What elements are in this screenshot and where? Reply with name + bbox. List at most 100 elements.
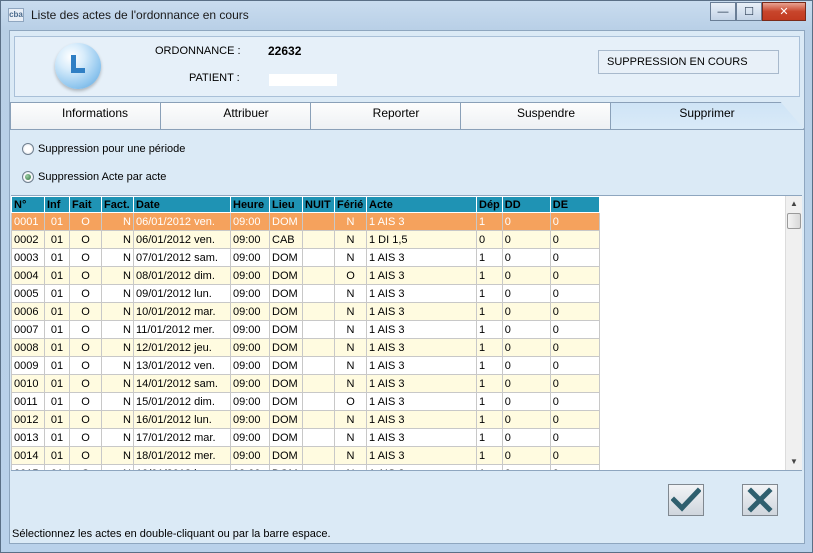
table-cell: 1	[476, 212, 503, 231]
column-header[interactable]: Heure	[230, 196, 270, 213]
scroll-thumb[interactable]	[787, 213, 801, 229]
table-row[interactable]: 0001 01 O N 06/01/2012 ven. 09:00 DOM N 1 AIS 31…	[11, 212, 600, 231]
table-cell: 12/01/2012 jeu.	[133, 338, 231, 357]
minimize-button[interactable]: —	[710, 2, 736, 21]
table-cell: 14/01/2012 sam.	[133, 374, 231, 393]
table-row[interactable]: 0008 01 O N 12/01/2012 jeu. 09:00 DOM N 1 AIS 31…	[11, 338, 600, 357]
column-header[interactable]: DE	[549, 196, 600, 213]
radio-per-act[interactable]	[22, 171, 34, 183]
table-cell	[302, 410, 335, 429]
table-cell: 0	[501, 212, 551, 231]
table-row[interactable]: 0011 01 O N 15/01/2012 dim. 09:00 DOM O 1 AIS 31…	[11, 392, 600, 411]
table-cell: N	[334, 428, 367, 447]
tab-suspendre[interactable]: Suspendre	[460, 102, 632, 129]
maximize-button[interactable]: ☐	[736, 2, 762, 21]
cancel-button[interactable]	[742, 484, 778, 516]
table-cell	[302, 320, 335, 339]
tab-attribuer[interactable]: Attribuer	[160, 102, 332, 129]
table-row[interactable]: 0009 01 O N 13/01/2012 ven. 09:00 DOM N 1 AIS 31…	[11, 356, 600, 375]
table-header-row: N° Inf Fait Fact. Date Heure Lieu NUIT Férié Acte…	[11, 196, 600, 213]
table-row[interactable]: 0010 01 O N 14/01/2012 sam. 09:00 DOM N 1 AIS 31…	[11, 374, 600, 393]
table-row[interactable]: 0006 01 O N 10/01/2012 mar. 09:00 DOM N 1 AIS 31…	[11, 302, 600, 321]
table-cell: 0	[549, 374, 600, 393]
table-cell: N	[101, 356, 134, 375]
table-row[interactable]: 0003 01 O N 07/01/2012 sam. 09:00 DOM N 1 AIS 31…	[11, 248, 600, 267]
table-cell: 09:00	[230, 248, 270, 267]
table-cell: 0	[549, 392, 600, 411]
table-cell: 1	[476, 338, 503, 357]
table-row[interactable]: 0002 01 O N 06/01/2012 ven. 09:00 CAB N 1 DI 1,5…	[11, 230, 600, 249]
table-row[interactable]: 0004 01 O N 08/01/2012 dim. 09:00 DOM O 1 AIS 31…	[11, 266, 600, 285]
table-cell: 01	[44, 248, 70, 267]
table-cell: 09:00	[230, 230, 270, 249]
table-row[interactable]: 0012 01 O N 16/01/2012 lun. 09:00 DOM N 1 AIS 31…	[11, 410, 600, 429]
table-cell: 0	[549, 230, 600, 249]
table-row[interactable]: 0013 01 O N 17/01/2012 mar. 09:00 DOM N 1 AIS 31…	[11, 428, 600, 447]
table-cell: 0	[549, 248, 600, 267]
table-cell: 0011	[11, 392, 45, 411]
acts-grid[interactable]: N° Inf Fait Fact. Date Heure Lieu NUIT Férié Acte…	[11, 195, 802, 471]
column-header[interactable]: Date	[133, 196, 231, 213]
table-cell: O	[69, 392, 102, 411]
table-cell	[302, 356, 335, 375]
table-cell: 0	[549, 320, 600, 339]
vertical-scrollbar[interactable]: ▲ ▼	[785, 196, 802, 470]
table-cell: 1	[476, 410, 503, 429]
radio-period[interactable]	[22, 143, 34, 155]
table-cell: 01	[44, 212, 70, 231]
column-header[interactable]: Dép	[476, 196, 503, 213]
table-cell: 0003	[11, 248, 45, 267]
validate-button[interactable]	[668, 484, 704, 516]
table-cell: 09:00	[230, 374, 270, 393]
title-bar[interactable]: cba Liste des actes de l'ordonnance en c…	[1, 1, 812, 29]
option-per-act-label: Suppression Acte par acte	[38, 171, 167, 183]
window-controls: — ☐ ✕	[710, 2, 806, 21]
tab-supprimer[interactable]: Supprimer	[610, 102, 804, 129]
option-per-act[interactable]: Suppression Acte par acte	[22, 171, 166, 183]
table-cell: 0	[549, 212, 600, 231]
column-header[interactable]: Inf	[44, 196, 70, 213]
table-cell: N	[334, 212, 367, 231]
table-cell: 1 AIS 3	[366, 302, 477, 321]
column-header[interactable]: NUIT	[302, 196, 335, 213]
table-cell: N	[101, 320, 134, 339]
column-header[interactable]: Férié	[334, 196, 367, 213]
table-cell: N	[101, 428, 134, 447]
table-cell	[302, 266, 335, 285]
status-indicator: SUPPRESSION EN COURS	[598, 50, 779, 74]
table-row[interactable]: 001501ON19/01/2012 jeu.09:00DOMN1 AIS 31…	[11, 464, 600, 470]
column-header[interactable]: Lieu	[269, 196, 303, 213]
table-cell	[302, 212, 335, 231]
table-cell: 0004	[11, 266, 45, 285]
close-button[interactable]: ✕	[762, 2, 806, 21]
table-cell: N	[101, 302, 134, 321]
scroll-down-icon[interactable]: ▼	[786, 454, 802, 470]
tab-informations[interactable]: Informations	[10, 102, 180, 129]
table-cell: 1 AIS 3	[366, 446, 477, 465]
column-header[interactable]: Fait	[69, 196, 102, 213]
table-cell: 0012	[11, 410, 45, 429]
table-cell: N	[101, 338, 134, 357]
table-cell: O	[334, 392, 367, 411]
column-header[interactable]: DD	[501, 196, 551, 213]
table-cell: DOM	[269, 320, 303, 339]
table-cell: 1 AIS 3	[366, 338, 477, 357]
column-header[interactable]: Acte	[366, 196, 477, 213]
scroll-up-icon[interactable]: ▲	[786, 196, 802, 212]
table-row[interactable]: 0007 01 O N 11/01/2012 mer. 09:00 DOM N 1 AIS 31…	[11, 320, 600, 339]
tab-reporter[interactable]: Reporter	[310, 102, 482, 129]
table-cell: 0	[501, 230, 551, 249]
table-row[interactable]: 0014 01 O N 18/01/2012 mer. 09:00 DOM N 1 AIS 31…	[11, 446, 600, 465]
table-row[interactable]: 0005 01 O N 09/01/2012 lun. 09:00 DOM N 1 AIS 31…	[11, 284, 600, 303]
table-cell: 1 AIS 3	[366, 248, 477, 267]
option-period[interactable]: Suppression pour une période	[22, 143, 185, 155]
table-cell: 1 AIS 3	[366, 356, 477, 375]
column-header[interactable]: N°	[11, 196, 45, 213]
table-cell: 1	[476, 464, 503, 470]
column-header[interactable]: Fact.	[101, 196, 134, 213]
table-cell: O	[69, 338, 102, 357]
ordonnance-label: ORDONNANCE :	[155, 45, 241, 57]
table-cell: 15/01/2012 dim.	[133, 392, 231, 411]
table-cell: 01	[44, 410, 70, 429]
table-cell: 1 AIS 3	[366, 284, 477, 303]
